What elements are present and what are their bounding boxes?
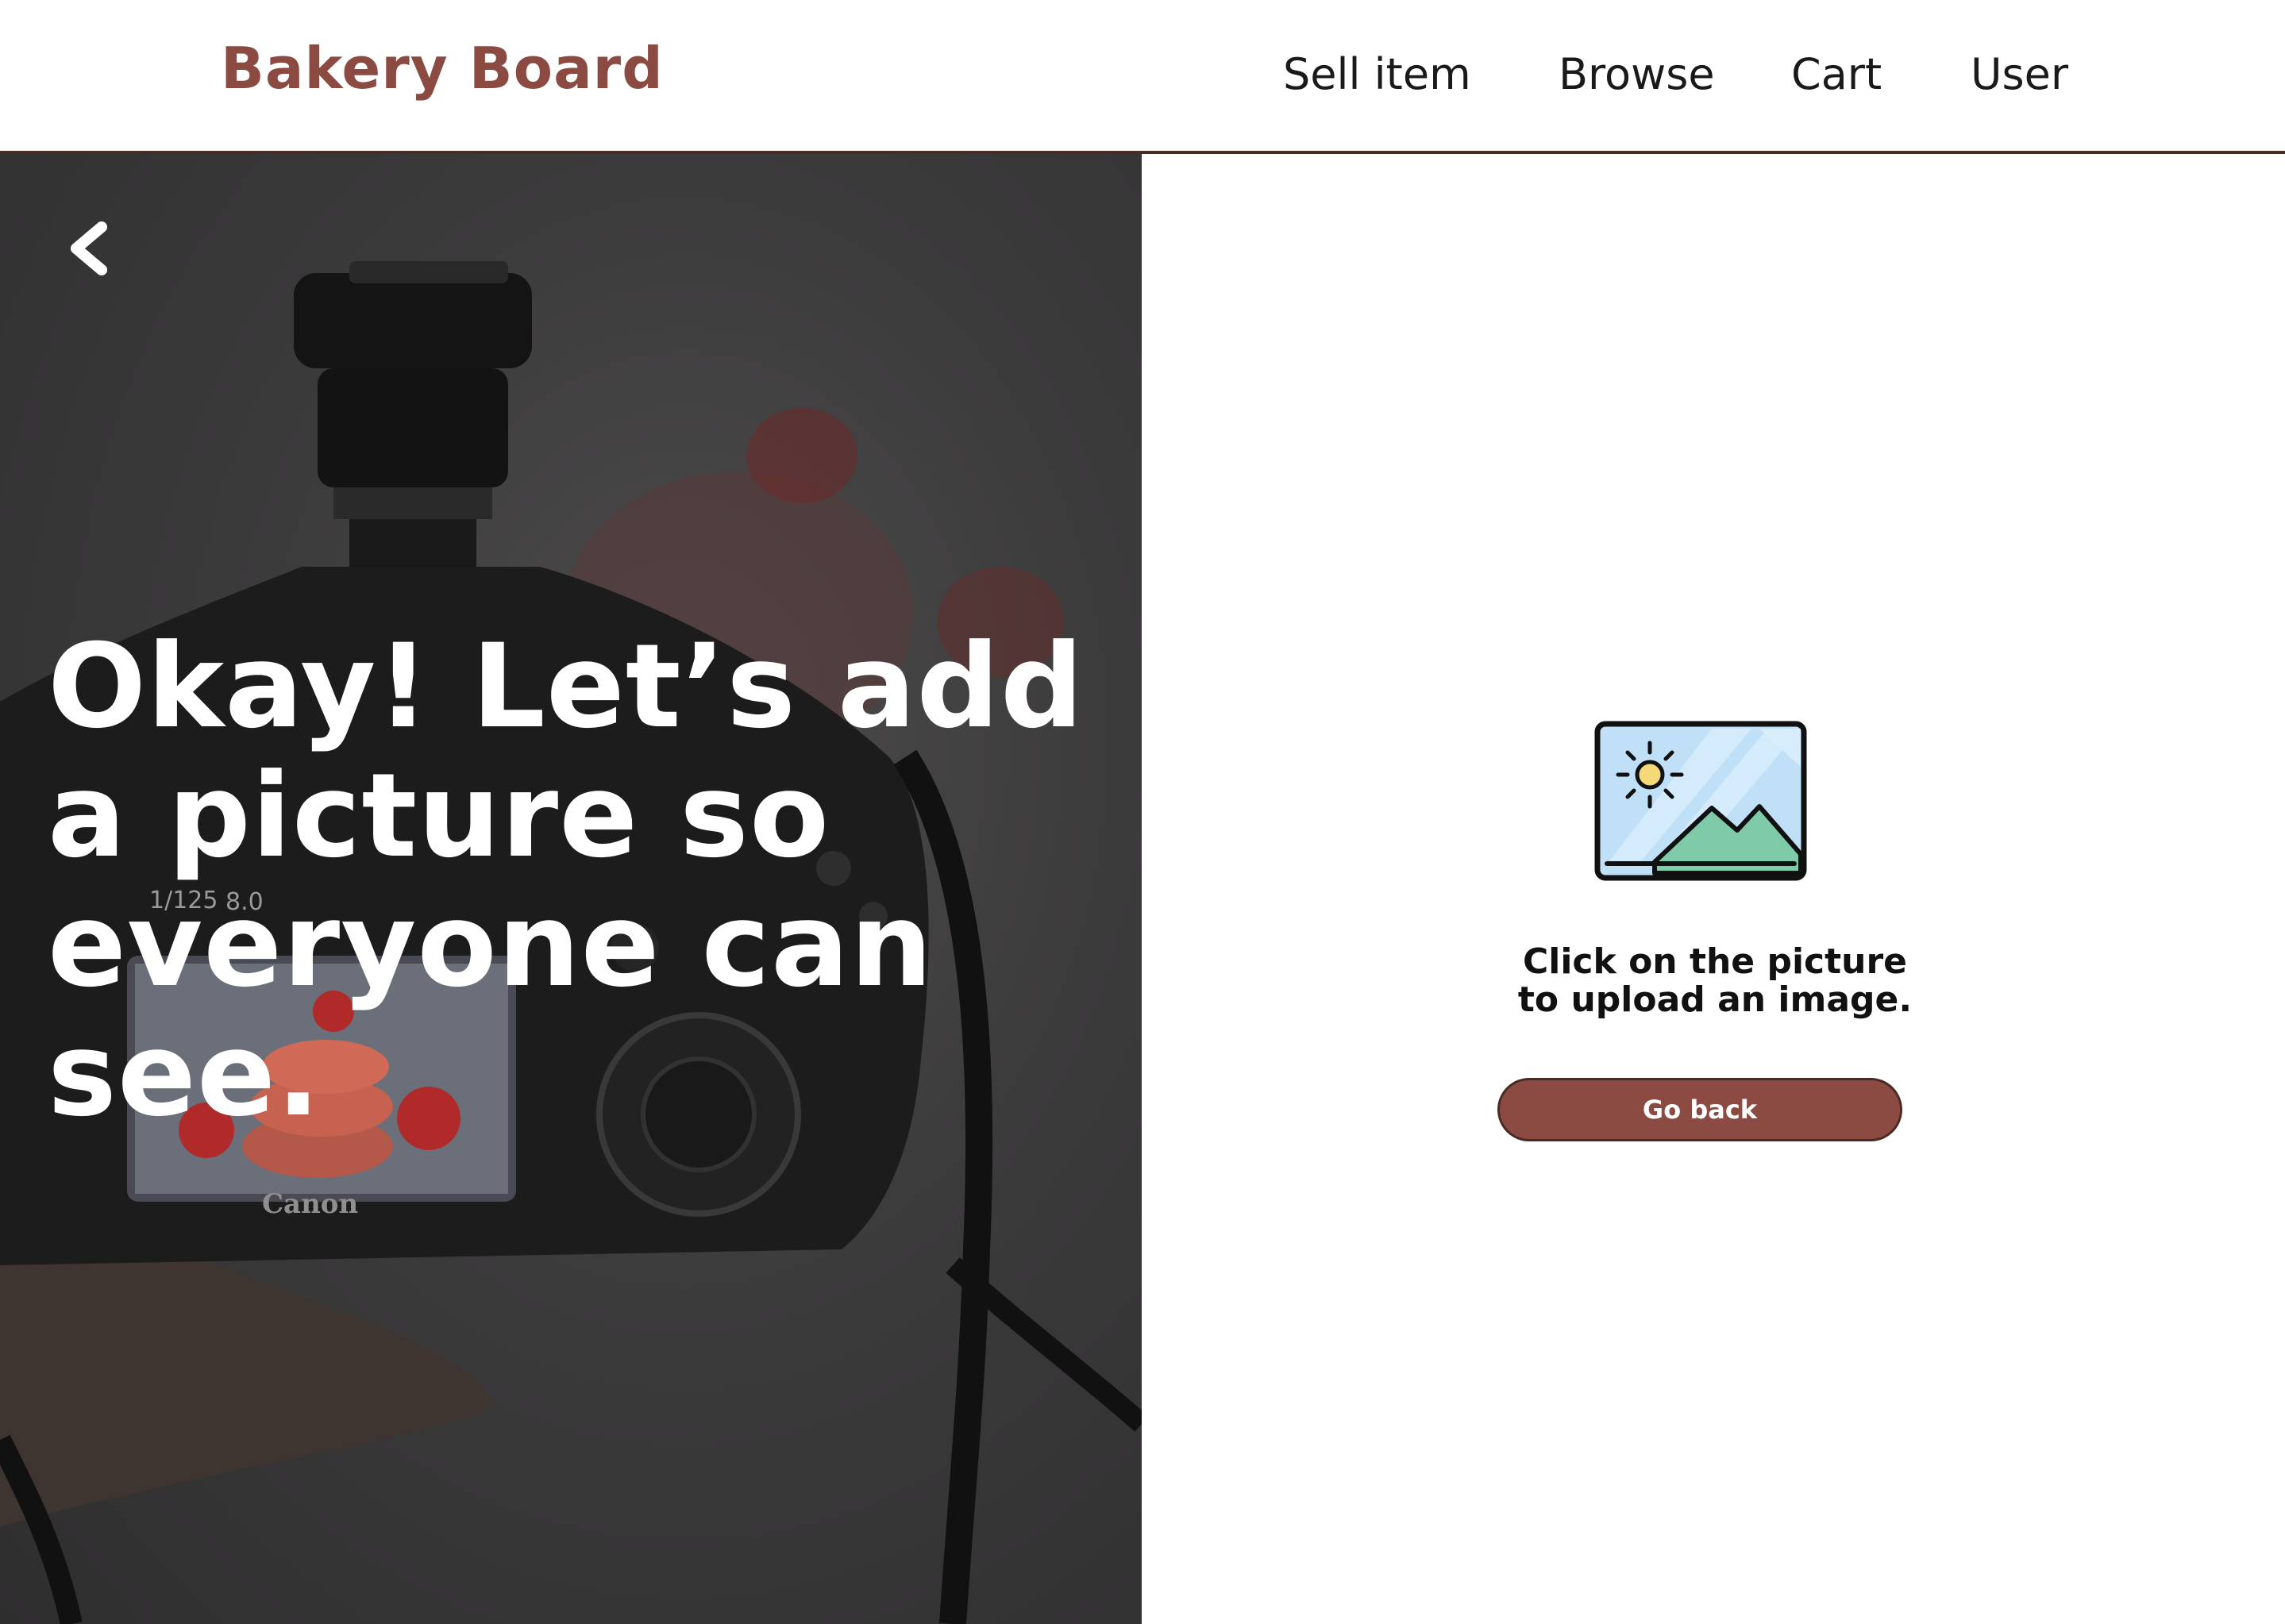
nav-cart[interactable]: Cart: [1791, 49, 1882, 99]
hero-panel: Canon 1/125 8.0 Okay! Let’s add a pictur…: [0, 154, 1142, 1624]
upload-instructions: Click on the picture to upload an image.: [1445, 943, 1985, 1019]
image-placeholder-icon[interactable]: [1593, 719, 1809, 883]
camera-brand-text: Canon: [262, 1188, 358, 1220]
upload-instructions-line1: Click on the picture: [1522, 941, 1908, 982]
top-nav-bar: Bakery Board Sell item Browse Cart User: [0, 0, 2285, 154]
upload-panel: [1142, 154, 2285, 1624]
brand-logo[interactable]: Bakery Board: [221, 35, 664, 102]
go-back-button[interactable]: Go back: [1497, 1078, 1902, 1141]
chevron-left-icon[interactable]: [65, 221, 113, 276]
nav-sell-item[interactable]: Sell item: [1283, 49, 1471, 99]
upload-instructions-line2: to upload an image.: [1517, 979, 1913, 1020]
hero-heading: Okay! Let’s add a picture so everyone ca…: [48, 619, 1085, 1142]
nav-browse[interactable]: Browse: [1559, 49, 1715, 99]
nav-user[interactable]: User: [1971, 49, 2068, 99]
